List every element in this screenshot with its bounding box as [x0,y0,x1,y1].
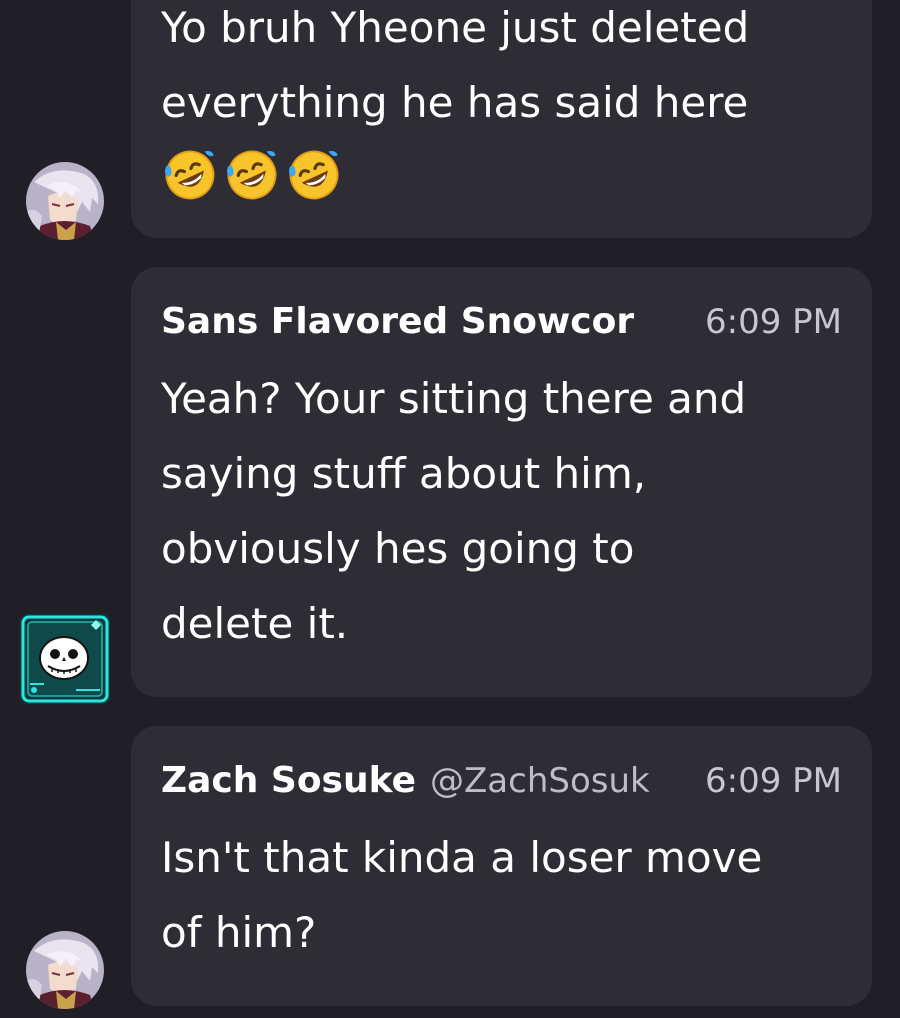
message-text-line: obviously hes going to [161,524,635,573]
user-avatar[interactable] [20,614,110,704]
rolling-on-floor-laughing-icon [288,150,339,200]
author-name[interactable]: Zach Sosuke [161,760,416,801]
message-text-line: delete it. [161,599,349,648]
message-text-line: Yo bruh Yheone just deleted [161,3,750,52]
message-header: Sans Flavored Snowcor 6:09 PM [161,267,842,361]
message-text-line: Yeah? Your sitting there and [161,374,747,423]
user-avatar[interactable] [26,162,104,240]
message-timestamp: 6:09 PM [705,761,842,801]
emoji-row [161,146,842,204]
rolling-on-floor-laughing-icon [164,150,215,200]
rolling-on-floor-laughing-icon [226,150,277,200]
message-text-line: saying stuff about him, [161,449,647,498]
message-text-line: everything he has said here [161,78,749,127]
message-header: Zach Sosuke @ZachSosuk 6:09 PM [161,726,842,820]
author-name[interactable]: Sans Flavored Snowcor [161,301,634,342]
anime-avatar-icon [26,931,104,1009]
author-handle[interactable]: @ZachSosuk [430,761,650,801]
user-avatar[interactable] [26,931,104,1009]
message-bubble[interactable]: Yo bruh Yheone just deleted everything h… [131,0,872,238]
anime-avatar-icon [26,162,104,240]
message-text-line: Isn't that kinda a loser move [161,833,763,882]
skull-badge-icon [20,614,110,704]
message-bubble[interactable]: Sans Flavored Snowcor 6:09 PM Yeah? Your… [131,267,872,697]
message-bubble[interactable]: Zach Sosuke @ZachSosuk 6:09 PM Isn't tha… [131,726,872,1006]
message-timestamp: 6:09 PM [705,302,842,342]
message-text-line: of him? [161,908,317,957]
chat-feed[interactable]: Yo bruh Yheone just deleted everything h… [0,0,900,1018]
